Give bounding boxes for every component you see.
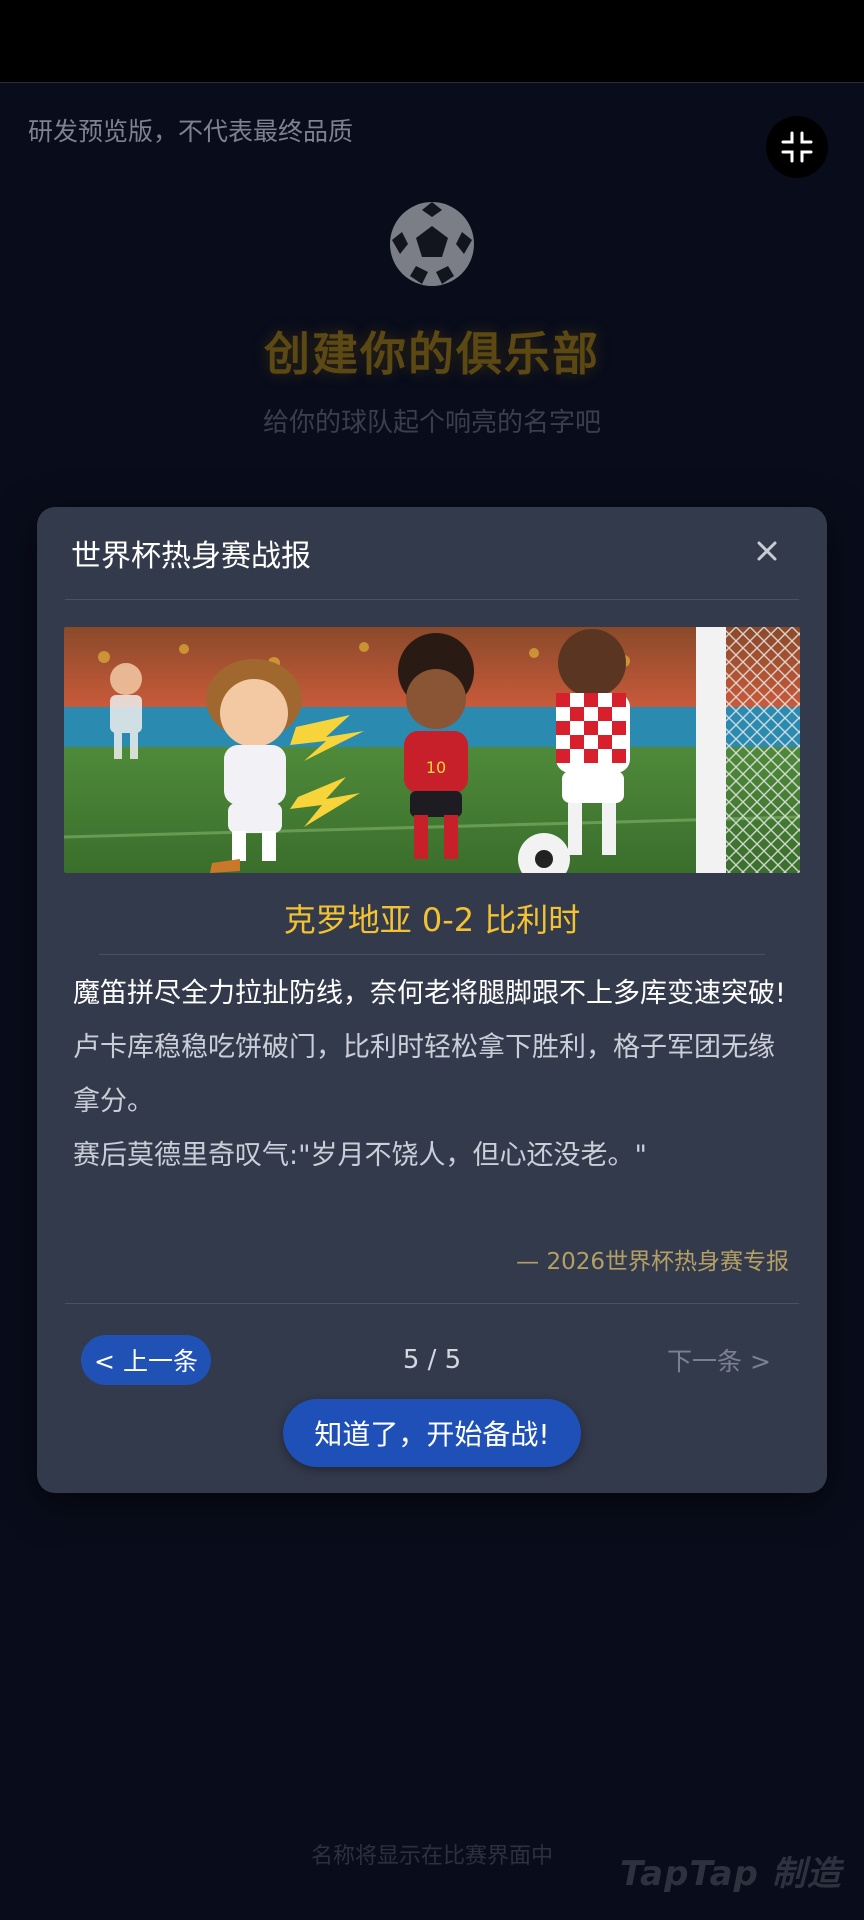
- preview-watermark: 研发预览版，不代表最终品质: [28, 117, 354, 146]
- match-illustration-graphic: 10: [64, 627, 800, 873]
- exit-fullscreen-icon: [781, 131, 813, 163]
- divider: [65, 1303, 799, 1304]
- page-title: 创建你的俱乐部: [264, 327, 600, 381]
- story-line: 魔笛拼尽全力拉扯防线，奈何老将腿脚跟不上多库变速突破!: [73, 978, 786, 1009]
- story-line: 赛后莫德里奇叹气:"岁月不饶人，但心还没老。": [73, 1140, 647, 1171]
- exit-fullscreen-button[interactable]: [766, 116, 828, 178]
- status-bar: [0, 0, 864, 83]
- dialog-title: 世界杯热身赛战报: [71, 539, 311, 574]
- divider: [99, 954, 765, 955]
- report-source: — 2026世界杯热身赛专报: [516, 1249, 789, 1275]
- match-illustration: 10: [64, 627, 800, 873]
- soccer-ball-icon: [390, 202, 474, 286]
- app-screen: 研发预览版，不代表最终品质 创建你的俱乐部 给你的球队起个响亮的名字吧 名称将显…: [0, 0, 864, 1920]
- match-report-dialog: 世界杯热身赛战报 10 克罗地亚 0-2 比利时 魔笛拼尽全力拉扯防线，奈何老将…: [37, 507, 827, 1493]
- page-subtitle: 给你的球队起个响亮的名字吧: [262, 408, 601, 438]
- svg-text:10: 10: [426, 758, 446, 777]
- match-story: 魔笛拼尽全力拉扯防线，奈何老将腿脚跟不上多库变速突破! 卢卡库稳稳吃饼破门，比利…: [73, 967, 793, 1183]
- match-score-headline: 克罗地亚 0-2 比利时: [283, 901, 581, 939]
- next-button[interactable]: 下一条 >: [649, 1335, 789, 1385]
- close-icon[interactable]: [751, 535, 783, 567]
- story-line: 卢卡库稳稳吃饼破门，比利时轻松拿下胜利，格子军团无缘拿分。: [73, 1032, 775, 1117]
- confirm-start-button[interactable]: 知道了，开始备战!: [283, 1399, 581, 1467]
- divider: [65, 599, 799, 600]
- taptap-logo: TapTap 制造: [620, 1854, 842, 1894]
